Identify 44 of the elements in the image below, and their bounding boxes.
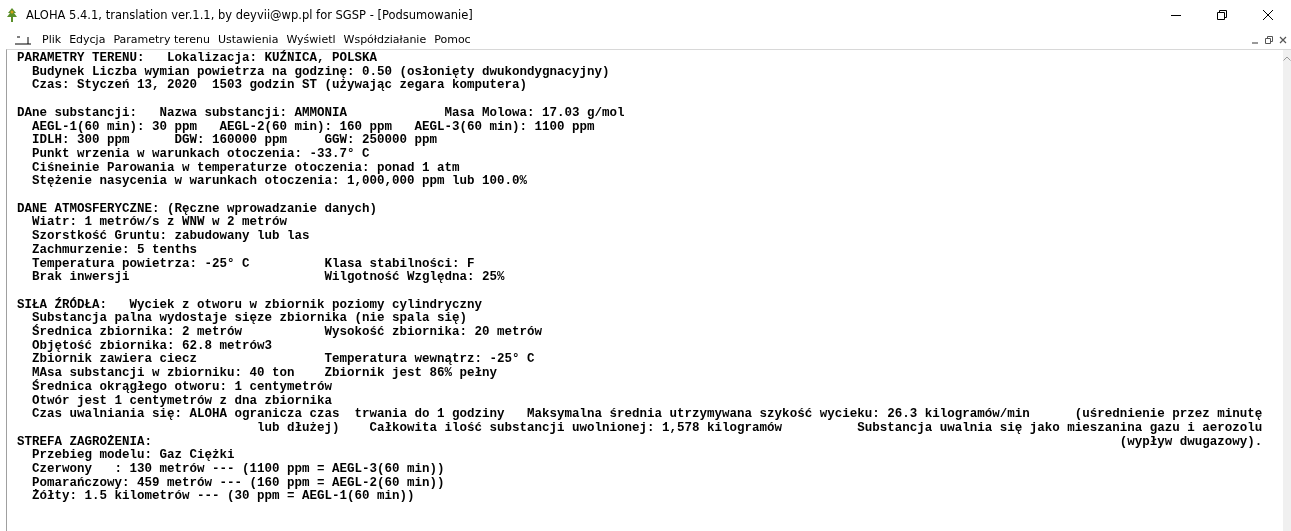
menu-item[interactable]: Współdziałanie (339, 33, 431, 46)
restore-icon (1217, 10, 1227, 20)
report-line: DANE ATMOSFERYCZNE: (Ręczne wprowadzanie danych) (17, 202, 378, 216)
report-line: Objętość zbiornika: 62.8 metrów3 (31, 339, 273, 353)
close-icon[interactable] (1279, 35, 1287, 44)
restore-icon[interactable] (1265, 35, 1273, 44)
report-line: Otwór jest 1 centymetrów z dna zbiornika (31, 394, 333, 408)
menu-item[interactable]: Ustawienia (213, 33, 283, 46)
menu-item[interactable]: Parametry terenu (109, 33, 214, 46)
menu-item[interactable]: Wyświetl (282, 33, 340, 46)
report-line: SIŁA ŹRÓDŁA: Wyciek z otworu w zbiornik poziomy cylindryczny (17, 298, 483, 312)
report-line: Pomarańczowy: 459 metrów --- (160 ppm = AEGL-2(60 min)) (31, 476, 445, 490)
report-line: Budynek Liczba wymian powietrza na godzinę: 0.50 (osłonięty dwukondygnacyjny) (31, 65, 610, 79)
report-line: lub dłużej) Całkowita ilość substancji uwolnionej: 1,578 kilogramów Substancja uwalnia się jako mieszanina gazu i aerozolu (256, 421, 1263, 436)
menu-item[interactable]: Pomoc (430, 33, 475, 46)
report-line: Stężenie nasycenia w warunkach otoczenia: 1,000,000 ppm lub 100.0% (31, 175, 528, 189)
report-line: Brak inwersji Wilgotność Względna: 25% (31, 271, 505, 285)
report-line: Czas uwalniania się: ALOHA ogranicza czas trwania do 1 godziny Maksymalna średnia utrzymywana szykość wycieku: 26.3 kilogramów/min (uśrednienie przez minutę (31, 408, 1263, 422)
report-line: Zbiornik zawiera ciecz Temperatura wewnątrz: -25° C (31, 353, 535, 367)
report-line: STREFA ZAGROŻENIA: (wypływ dwugazowy). (17, 435, 1263, 449)
close-icon (1263, 10, 1273, 20)
report-line: Punkt wrzenia w warunkach otoczenia: -33.7° C (31, 147, 370, 162)
report-line: Temperatura powietrza: -25° C Klasa stabilności: F (31, 257, 475, 271)
menu-item[interactable]: Edycja (65, 33, 110, 46)
report-line: Przebieg modelu: Gaz Ciężki (31, 449, 235, 463)
document-icon[interactable] (14, 34, 32, 45)
report-line: Czerwony : 130 metrów --- (1100 ppm = AEGL-3(60 min)) (31, 463, 445, 477)
window-title: ALOHA 5.4.1, translation ver.1.1, by deyvii@wp.pl for SGSP - [Podsumowanie] (26, 8, 473, 22)
scroll-up-icon[interactable] (1283, 56, 1291, 61)
report-line: IDLH: 300 ppm DGW: 160000 ppm GGW: 250000 ppm (31, 134, 438, 148)
report-line: PARAMETRY TERENU: Lokalizacja: KUŹNICA, POLSKA (17, 52, 378, 66)
report-line: Żółty: 1.5 kilometrów --- (30 ppm = AEGL-1(60 min)) (31, 490, 415, 505)
menu-item[interactable]: Plik (38, 33, 66, 46)
report-line: Zachmurzenie: 5 tenths (31, 243, 198, 258)
report-line: Czas: Styczeń 13, 2020 1503 godzin ST (używając zegara komputera) (31, 79, 528, 94)
report-line: DAne substancji: Nazwa substancji: AMMONIA Masa Molowa: 17.03 g/mol (17, 106, 625, 121)
report-line: Wiatr: 1 metrów/s z WNW w 2 metrów (31, 216, 288, 230)
report-line: Substancja palna wydostaje sięze zbiornika (nie spala się) (31, 312, 468, 326)
report-line: AEGL-1(60 min): 30 ppm AEGL-2(60 min): 160 ppm AEGL-3(60 min): 1100 ppm (31, 120, 595, 134)
app-icon (4, 7, 20, 23)
report-line: Średnica okrągłego otworu: 1 centymetrów (31, 380, 333, 395)
report-line: Szorstkość Gruntu: zabudowany lub las (31, 230, 310, 244)
report-line: Ciśneinie Parowania w temperaturze otoczenia: ponad 1 atm (31, 161, 460, 175)
scrollbar[interactable] (1283, 50, 1291, 531)
